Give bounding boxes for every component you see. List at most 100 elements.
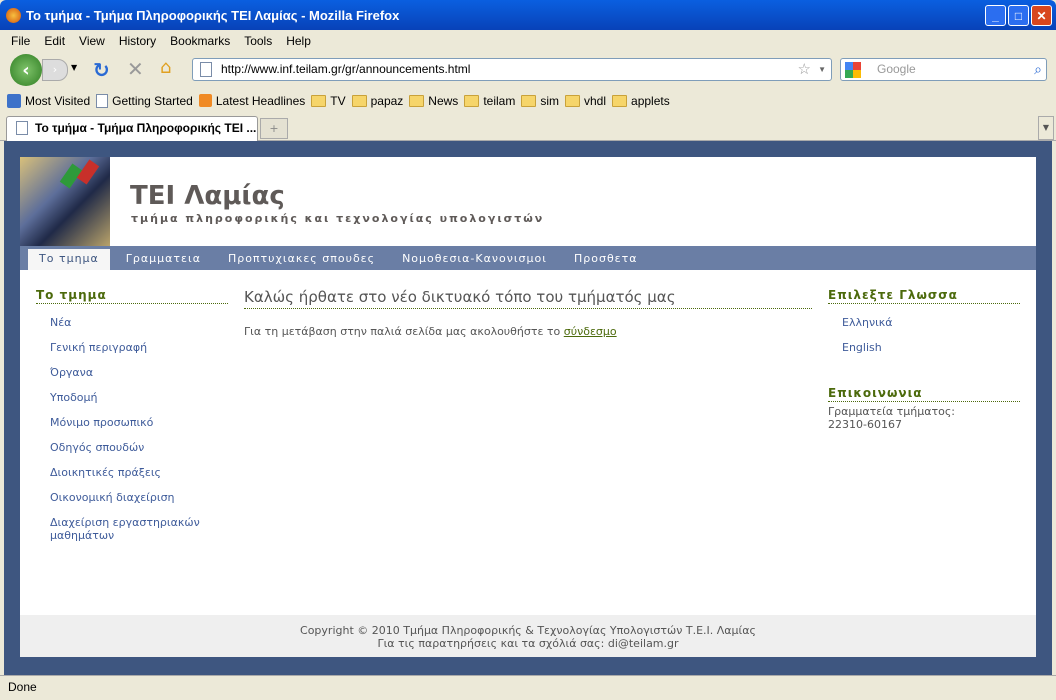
new-tab-button[interactable]: + [260, 118, 288, 139]
footer-contact: Για τις παρατηρήσεις και τα σχόλιά σας: … [377, 637, 679, 650]
bookmark-most-visited[interactable]: Most Visited [7, 93, 91, 108]
menu-bar: File Edit View History Bookmarks Tools H… [0, 30, 1056, 51]
footer-copyright: Copyright © 2010 Τμήμα Πληροφορικής & Τε… [300, 624, 756, 637]
contact-heading: Επικοινωνια [828, 386, 1020, 402]
folder-icon [409, 94, 425, 107]
navigation-toolbar: ‹ › ▼ ↻ ✕ ⌂ http://www.inf.teilam.gr/gr/… [0, 51, 1056, 88]
status-bar: Done [0, 675, 1056, 700]
left-sidebar: Το τμημα Νέα Γενική περιγραφή Όργανα Υπο… [36, 288, 228, 542]
nav-to-tmima[interactable]: Το τμημα [28, 249, 110, 270]
stop-icon[interactable]: ✕ [127, 57, 144, 81]
url-text[interactable]: http://www.inf.teilam.gr/gr/announcement… [221, 62, 470, 76]
sidebar-link[interactable]: Γενική περιγραφή [36, 341, 228, 354]
firefox-icon [6, 8, 21, 23]
rss-icon [198, 94, 212, 107]
sidebar-link[interactable]: Μόνιμο προσωπικό [36, 416, 228, 429]
right-sidebar: Επιλεξτε Γλωσσα Ελληνικά English Επικοιν… [828, 288, 1020, 431]
bookmark-folder-teilam[interactable]: teilam [464, 94, 515, 108]
bookmark-getting-started[interactable]: Getting Started [96, 93, 193, 108]
sidebar-link[interactable]: Νέα [36, 316, 228, 329]
url-bar[interactable]: http://www.inf.teilam.gr/gr/announcement… [192, 58, 832, 81]
folder-icon [464, 94, 480, 107]
nav-nomothesia[interactable]: Νομοθεσια-Κανονισμοι [391, 246, 558, 270]
menu-history[interactable]: History [112, 34, 163, 48]
sidebar-link[interactable]: Διοικητικές πράξεις [36, 466, 228, 479]
bookmark-label: Latest Headlines [215, 93, 306, 108]
site-footer: Copyright © 2010 Τμήμα Πληροφορικής & Τε… [20, 615, 1036, 657]
search-icon[interactable]: ⌕ [1034, 59, 1042, 80]
nav-proptyxiakes[interactable]: Προπτυχιακες σπουδες [217, 246, 386, 270]
reload-icon[interactable]: ↻ [93, 58, 110, 82]
bookmark-label: applets [631, 93, 670, 108]
menu-edit[interactable]: Edit [37, 34, 72, 48]
site-logo[interactable] [20, 157, 110, 246]
page-icon [200, 62, 212, 77]
site-subtitle: τμήμα πληροφορικής και τεχνολογίας υπολο… [131, 212, 545, 225]
bookmarks-toolbar: Most Visited Getting Started Latest Head… [0, 89, 1056, 112]
main-content: Καλώς ήρθατε στο νέο δικτυακό τόπο του τ… [244, 288, 812, 338]
bookmark-label: sim [540, 93, 559, 108]
nav-grammateia[interactable]: Γραμματεια [115, 246, 212, 270]
old-site-link[interactable]: σύνδεσμο [564, 325, 617, 338]
menu-view[interactable]: View [72, 34, 112, 48]
tab-list-button[interactable]: ▼ [1038, 116, 1054, 140]
sidebar-link[interactable]: Υποδομή [36, 391, 228, 404]
contact-phone: 22310-60167 [828, 418, 902, 431]
url-dropdown-icon[interactable]: ▼ [818, 59, 826, 80]
menu-bookmarks[interactable]: Bookmarks [163, 34, 237, 48]
site-header: ΤΕΙ Λαμίας τμήμα πληροφορικής και τεχνολ… [20, 157, 1036, 246]
menu-tools[interactable]: Tools [237, 34, 279, 48]
bookmark-label: teilam [483, 93, 516, 108]
page-container: ΤΕΙ Λαμίας τμήμα πληροφορικής και τεχνολ… [20, 157, 1036, 657]
bookmark-label: Most Visited [25, 93, 91, 108]
bookmark-label: vhdl [584, 93, 607, 108]
tab-active[interactable]: Το τμήμα - Τμήμα Πληροφορικής ΤΕΙ ... [6, 116, 258, 141]
home-icon[interactable]: ⌂ [160, 57, 171, 78]
language-english-link[interactable]: English [828, 341, 1020, 354]
bookmark-latest-headlines[interactable]: Latest Headlines [198, 93, 306, 108]
tab-strip: Το τμήμα - Τμήμα Πληροφορικής ΤΕΙ ... + … [0, 113, 1056, 141]
page-icon [96, 93, 109, 108]
bookmark-folder-tv[interactable]: TV [311, 94, 346, 108]
search-placeholder[interactable]: Google [877, 62, 916, 76]
folder-icon [311, 94, 327, 107]
nav-prostheta[interactable]: Προσθετα [563, 246, 649, 270]
main-nav: Το τμημα Γραμματεια Προπτυχιακες σπουδες… [20, 246, 1036, 270]
language-greek-link[interactable]: Ελληνικά [828, 316, 1020, 329]
folder-icon [521, 94, 537, 107]
bookmark-star-icon[interactable]: ☆ [798, 59, 811, 80]
sidebar-link[interactable]: Όργανα [36, 366, 228, 379]
folder-icon [565, 94, 580, 107]
bookmark-label: News [428, 93, 459, 108]
bookmark-folder-applets[interactable]: applets [612, 94, 670, 108]
main-heading: Καλώς ήρθατε στο νέο δικτυακό τόπο του τ… [244, 288, 812, 309]
sidebar-link[interactable]: Διαχείριση εργαστηριακών μαθημάτων [36, 516, 206, 542]
google-icon[interactable] [845, 62, 861, 78]
bookmark-folder-sim[interactable]: sim [521, 94, 559, 108]
sidebar-link[interactable]: Οικονομική διαχείριση [36, 491, 228, 504]
bookmark-folder-news[interactable]: News [409, 94, 458, 108]
main-text-body: Για τη μετάβαση στην παλιά σελίδα μας ακ… [244, 325, 564, 338]
sidebar-link[interactable]: Οδηγός σπουδών [36, 441, 228, 454]
maximize-button[interactable]: □ [1008, 5, 1029, 26]
history-dropdown-icon[interactable]: ▼ [71, 63, 77, 72]
bookmark-label: papaz [370, 93, 404, 108]
back-button[interactable]: ‹ [10, 54, 42, 86]
minimize-button[interactable]: _ [985, 5, 1006, 26]
contact-label: Γραμματεία τμήματος: [828, 405, 956, 418]
menu-file[interactable]: File [4, 34, 37, 48]
bookmark-folder-papaz[interactable]: papaz [351, 93, 404, 108]
tab-label: Το τμήμα - Τμήμα Πληροφορικής ΤΕΙ ... [35, 121, 257, 135]
bookmark-folder-vhdl[interactable]: vhdl [565, 94, 606, 108]
window-title: Το τμήμα - Τμήμα Πληροφορικής ΤΕΙ Λαμίας… [26, 7, 400, 23]
site-title: ΤΕΙ Λαμίας [130, 181, 285, 211]
language-heading: Επιλεξτε Γλωσσα [828, 288, 1020, 304]
menu-help[interactable]: Help [279, 34, 318, 48]
most-visited-icon [7, 93, 21, 108]
left-heading: Το τμημα [36, 288, 228, 304]
close-button[interactable]: ✕ [1031, 5, 1052, 26]
forward-button[interactable]: › [42, 59, 68, 81]
folder-icon [351, 94, 367, 107]
page-viewport: ΤΕΙ Λαμίας τμήμα πληροφορικής και τεχνολ… [4, 141, 1052, 675]
search-box[interactable]: Google ⌕ [840, 58, 1047, 81]
